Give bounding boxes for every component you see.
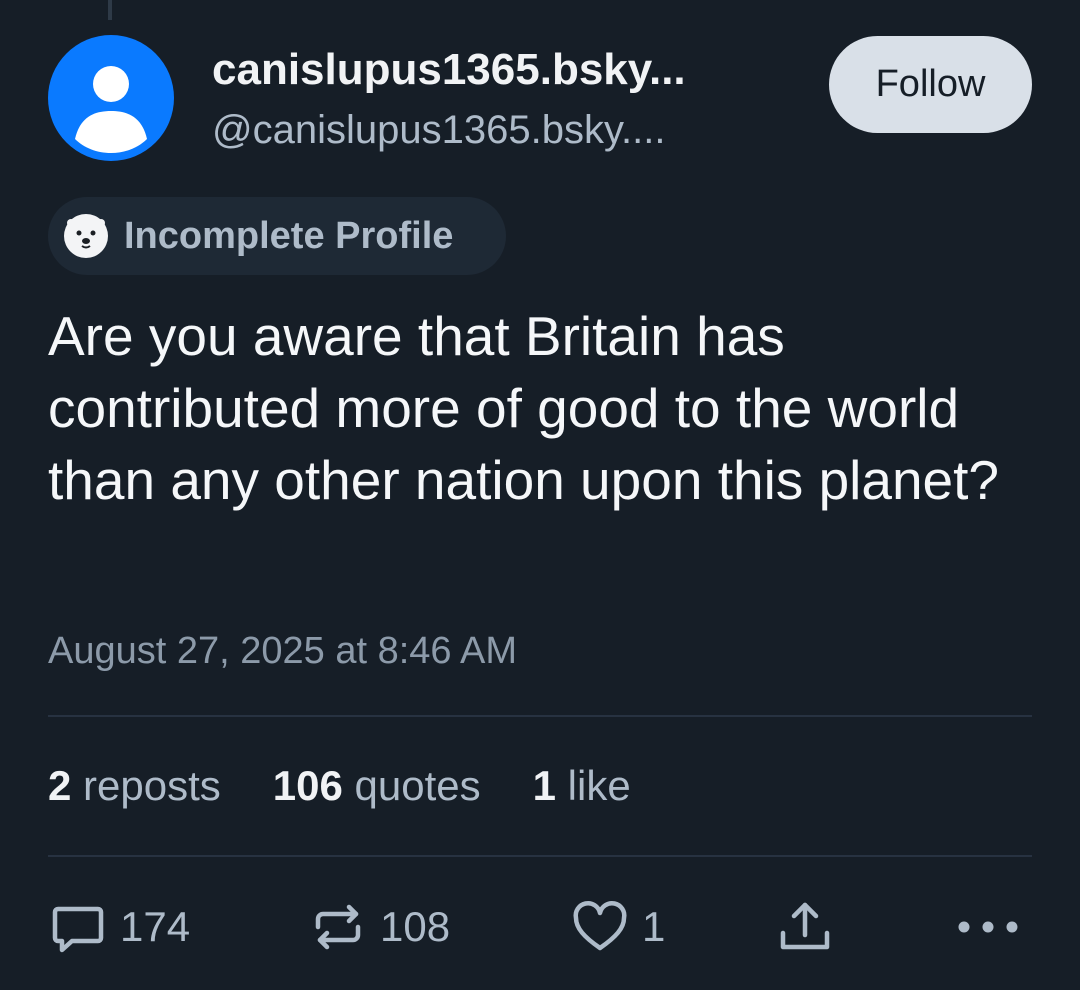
display-name[interactable]: canislupus1365.bsky...: [212, 45, 686, 95]
engagement-stats: 2 reposts 106 quotes 1 like: [48, 762, 683, 810]
divider: [48, 855, 1032, 857]
reposts-stat[interactable]: 2 reposts: [48, 762, 221, 810]
repost-button[interactable]: 108: [308, 895, 450, 959]
post-timestamp[interactable]: August 27, 2025 at 8:46 AM: [48, 630, 517, 673]
author-handle[interactable]: @canislupus1365.bsky....: [212, 108, 665, 153]
thread-line: [108, 0, 112, 20]
follow-button[interactable]: Follow: [829, 36, 1032, 133]
badge-label: Incomplete Profile: [124, 214, 454, 257]
repost-count: 108: [380, 903, 451, 950]
speech-bubble-icon: [52, 906, 104, 953]
reposts-count: 2: [48, 762, 72, 809]
heart-icon: [573, 901, 627, 951]
repost-arrows-icon: [315, 904, 361, 950]
likes-stat[interactable]: 1 like: [533, 762, 631, 810]
reposts-label: reposts: [83, 762, 221, 809]
polar-bear-icon: [64, 214, 108, 258]
reply-button[interactable]: 174: [48, 895, 190, 959]
likes-count: 1: [532, 762, 556, 809]
more-options-button[interactable]: [950, 895, 1030, 959]
like-count: 1: [642, 903, 666, 950]
quotes-label: quotes: [354, 762, 481, 809]
incomplete-profile-badge[interactable]: Incomplete Profile: [48, 197, 506, 275]
share-upload-icon: [780, 902, 830, 950]
quotes-count: 106: [272, 762, 343, 809]
quotes-stat[interactable]: 106 quotes: [273, 762, 481, 810]
share-button[interactable]: [775, 895, 835, 959]
reply-count: 174: [120, 903, 191, 950]
like-button[interactable]: 1: [570, 895, 665, 959]
post-text: Are you aware that Britain has contribut…: [48, 305, 1000, 511]
avatar[interactable]: [48, 35, 174, 161]
divider: [48, 715, 1032, 717]
ellipsis-icon: [958, 921, 1018, 933]
likes-label: like: [567, 762, 631, 809]
